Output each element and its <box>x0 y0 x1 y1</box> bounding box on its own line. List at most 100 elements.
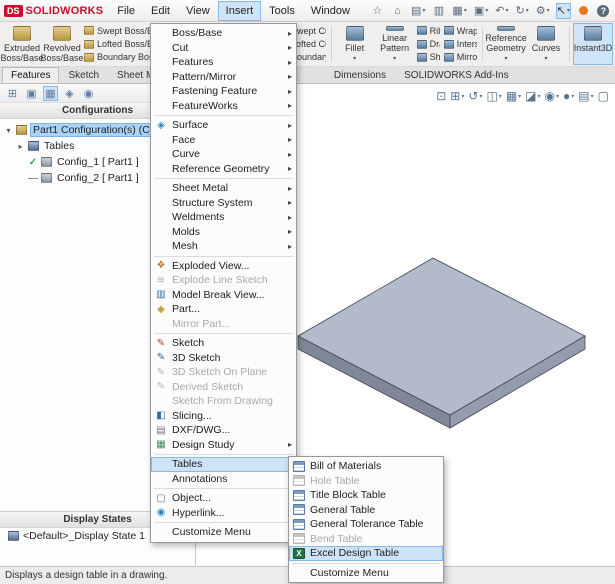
ribbon-mirror-button[interactable]: Mirror <box>444 51 477 64</box>
tables-submenu-item-hole-table[interactable]: Hole Table <box>289 474 443 489</box>
insert-menu-item-molds[interactable]: Molds▸ <box>151 225 296 240</box>
insert-menu-item-slicing[interactable]: ◧Slicing... <box>151 409 296 424</box>
new-document-icon[interactable]: ▤▾ <box>410 3 426 19</box>
extruded-boss-base-button[interactable]: ExtrudedBoss/Base <box>2 23 42 65</box>
exploded-view-icon: ❖ <box>155 260 167 271</box>
featuremanager-tab-icon[interactable]: ⊞ <box>5 86 20 101</box>
tables-submenu-item-customize-menu[interactable]: Customize Menu <box>289 566 443 581</box>
save-icon[interactable]: ▦▾ <box>451 3 467 19</box>
insert-menu-item-sketch[interactable]: ✎Sketch <box>151 336 296 351</box>
zoom-area-icon[interactable]: ⊞▾ <box>450 89 464 103</box>
undo-icon[interactable]: ↶▾ <box>494 3 509 19</box>
insert-menu-item-structure-system[interactable]: Structure System▸ <box>151 196 296 211</box>
tab-features[interactable]: Features <box>2 67 59 83</box>
tables-submenu-item-excel-design-table[interactable]: XExcel Design Table <box>289 546 443 561</box>
insert-menu-item-exploded-view[interactable]: ❖Exploded View... <box>151 259 296 274</box>
insert-menu-item-dxf-dwg[interactable]: ▤DXF/DWG... <box>151 423 296 438</box>
linear-pattern-button[interactable]: LinearPattern▾ <box>375 23 415 65</box>
insert-menu-item-featureworks[interactable]: FeatureWorks▸ <box>151 99 296 114</box>
tables-submenu-item-bill-of-materials[interactable]: Bill of Materials <box>289 459 443 474</box>
ribbon-draft-button[interactable]: Draft <box>417 38 440 51</box>
help-icon[interactable]: ? <box>596 3 611 19</box>
propertymanager-tab-icon[interactable]: ▣ <box>24 86 39 101</box>
insert-menu-item-3d-sketch[interactable]: ✎3D Sketch <box>151 351 296 366</box>
configurationmanager-tab-icon[interactable]: ▦ <box>43 86 58 101</box>
tables-submenu-item-general-tolerance-table[interactable]: General Tolerance Table <box>289 517 443 532</box>
reference-geometry-button[interactable]: ReferenceGeometry▾ <box>486 23 526 65</box>
record-macro-icon[interactable] <box>576 3 591 19</box>
insert-menu-item-customize-menu[interactable]: Customize Menu <box>151 525 296 540</box>
dimxpert-tab-icon[interactable]: ◈ <box>62 86 77 101</box>
insert-menu-item-boss-base[interactable]: Boss/Base▸ <box>151 26 296 41</box>
ribbon-rib-button[interactable]: Rib <box>417 24 440 37</box>
menubar-item-view[interactable]: View <box>178 1 218 21</box>
menubar-item-window[interactable]: Window <box>303 1 358 21</box>
display-style-icon[interactable]: ◪▾ <box>525 89 540 103</box>
insert-menu-item-annotations[interactable]: Annotations▸ <box>151 472 296 487</box>
insert-menu-item-sheet-metal[interactable]: Sheet Metal▸ <box>151 181 296 196</box>
tree-expand-icon[interactable]: ▾ <box>4 126 13 135</box>
ribbon-lofted-boss-base-button[interactable]: Lofted Boss/Base <box>84 38 152 51</box>
home-icon[interactable]: ⌂ <box>390 3 405 19</box>
insert-menu-item-design-study[interactable]: ▦Design Study▸ <box>151 438 296 453</box>
pin-icon[interactable]: ☆ <box>370 3 385 19</box>
insert-menu-item-tables[interactable]: Tables▸ <box>151 457 296 472</box>
previous-view-icon[interactable]: ↺▾ <box>468 89 482 103</box>
rebuild-icon[interactable]: ↻▾ <box>514 3 529 19</box>
select-arrow-icon[interactable]: ↖▾ <box>556 3 571 19</box>
options-icon[interactable]: ⚙▾ <box>535 3 551 19</box>
section-view-icon[interactable]: ◫▾ <box>486 89 501 103</box>
insert-menu-item-cut[interactable]: Cut▸ <box>151 41 296 56</box>
menubar-item-tools[interactable]: Tools <box>261 1 303 21</box>
insert-menu-item-hyperlink[interactable]: ◉Hyperlink... <box>151 506 296 521</box>
menubar-item-file[interactable]: File <box>109 1 143 21</box>
insert-menu-item-mirror-part[interactable]: Mirror Part... <box>151 317 296 332</box>
insert-menu-item-model-break-view[interactable]: ▥Model Break View... <box>151 288 296 303</box>
revolved-boss-base-button[interactable]: RevolvedBoss/Base <box>42 23 82 65</box>
ribbon-intersect-button[interactable]: Intersect <box>444 38 477 51</box>
tables-submenu-item-general-table[interactable]: General Table <box>289 503 443 518</box>
command-tab-bar: FeaturesSketchSheet MetalWDimensionsSOLI… <box>0 67 615 84</box>
tab-dimensions[interactable]: Dimensions <box>325 67 395 83</box>
insert-menu-item-face[interactable]: Face▸ <box>151 133 296 148</box>
view-orientation-icon[interactable]: ▦▾ <box>506 89 521 103</box>
ribbon-boundary-boss-base-button[interactable]: Boundary Boss/Base <box>84 51 152 64</box>
zoom-fit-icon[interactable]: ⊡ <box>436 89 446 103</box>
hide-show-icon[interactable]: ◉▾ <box>545 89 560 103</box>
tree-expand-icon[interactable]: ▸ <box>16 142 25 151</box>
curves-button[interactable]: Curves▾ <box>526 23 566 65</box>
ribbon-wrap-button[interactable]: Wrap <box>444 24 477 37</box>
print-icon[interactable]: ▣▾ <box>473 3 489 19</box>
tree-state-icon: ✓ <box>28 157 38 168</box>
insert-menu-item-curve[interactable]: Curve▸ <box>151 147 296 162</box>
insert-menu-item-pattern-mirror[interactable]: Pattern/Mirror▸ <box>151 70 296 85</box>
ribbon-swept-boss-base-button[interactable]: Swept Boss/Base <box>84 24 152 37</box>
plate-top-face[interactable] <box>298 258 585 415</box>
open-document-icon[interactable]: ▥ <box>431 3 446 19</box>
view-settings-icon[interactable]: ▢ <box>598 89 609 103</box>
insert-menu-item-reference-geometry[interactable]: Reference Geometry▸ <box>151 162 296 177</box>
insert-menu-item-object[interactable]: ▢Object... <box>151 491 296 506</box>
tables-submenu-item-bend-table[interactable]: Bend Table <box>289 532 443 547</box>
insert-menu-item-sketch-from-drawing[interactable]: Sketch From Drawing <box>151 394 296 409</box>
insert-menu-item-3d-sketch-on-plane[interactable]: ✎3D Sketch On Plane <box>151 365 296 380</box>
insert-menu-item-features[interactable]: Features▸ <box>151 55 296 70</box>
scene-icon[interactable]: ▤▾ <box>578 89 593 103</box>
menubar-item-insert[interactable]: Insert <box>218 1 262 21</box>
menubar-item-edit[interactable]: Edit <box>143 1 178 21</box>
insert-menu-item-explode-line-sketch[interactable]: ≋Explode Line Sketch <box>151 273 296 288</box>
displaymanager-tab-icon[interactable]: ◉ <box>81 86 96 101</box>
fillet-button[interactable]: Fillet▾ <box>335 23 375 65</box>
tab-solidworks-add-ins[interactable]: SOLIDWORKS Add-Ins <box>395 67 517 83</box>
insert-menu-item-derived-sketch[interactable]: ✎Derived Sketch <box>151 380 296 395</box>
appearance-icon[interactable]: ●▾ <box>563 89 574 103</box>
insert-menu-item-weldments[interactable]: Weldments▸ <box>151 210 296 225</box>
instant3d-button[interactable]: Instant3D <box>573 23 613 65</box>
insert-menu-item-mesh[interactable]: Mesh▸ <box>151 239 296 254</box>
tables-submenu-item-title-block-table[interactable]: Title Block Table <box>289 488 443 503</box>
insert-menu-item-fastening-feature[interactable]: Fastening Feature▸ <box>151 84 296 99</box>
insert-menu-item-part[interactable]: ◆Part... <box>151 302 296 317</box>
tab-sketch[interactable]: Sketch <box>59 67 108 83</box>
insert-menu-item-surface[interactable]: ◈Surface▸ <box>151 118 296 133</box>
ribbon-shell-button[interactable]: Shell <box>417 51 440 64</box>
